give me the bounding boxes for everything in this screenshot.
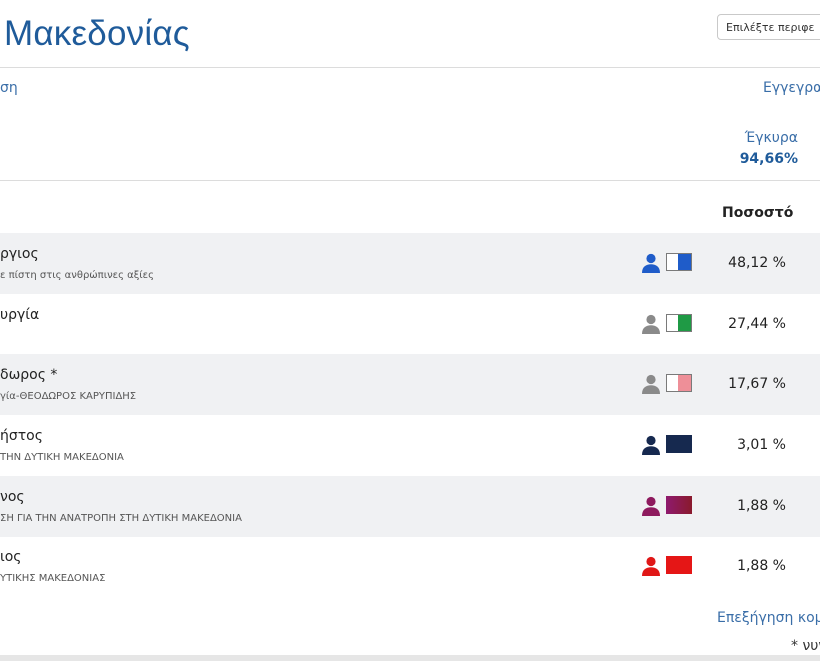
table-row[interactable]: ήστος ΤΗΝ ΔΥΤΙΚΗ ΜΑΚΕΔΟΝΙΑ 3,01 %	[0, 415, 820, 476]
table-row[interactable]: ιος ΥΤΙΚΗΣ ΜΑΚΕΔΟΝΙΑΣ 1,88 %	[0, 536, 820, 597]
region-select[interactable]: Επιλέξτε περιφε	[717, 14, 820, 40]
candidate-party: ΣΗ ΓΙΑ ΤΗΝ ΑΝΑΤΡΟΠΗ ΣΤΗ ΔΥΤΙΚΗ ΜΑΚΕΔΟΝΙΑ	[0, 513, 242, 524]
candidate-percent: 1,88 %	[737, 558, 786, 574]
candidate-party: ΤΗΝ ΔΥΤΙΚΗ ΜΑΚΕΔΟΝΙΑ	[0, 452, 124, 463]
party-color-swatch	[666, 435, 692, 453]
candidate-percent: 1,88 %	[737, 498, 786, 514]
candidate-name: δωρος *	[0, 367, 58, 383]
person-icon	[642, 374, 660, 394]
candidate-percent: 17,67 %	[728, 376, 786, 392]
party-color-swatch	[666, 314, 692, 332]
candidate-name: ιος	[0, 549, 22, 565]
candidate-name: υργία	[0, 307, 40, 323]
footnote: * νυν	[791, 638, 820, 654]
candidate-percent: 3,01 %	[737, 437, 786, 453]
party-color-swatch	[666, 496, 692, 514]
column-header-percent: Ποσοστό	[722, 205, 794, 221]
candidate-name: ργιος	[0, 246, 39, 262]
person-icon	[642, 556, 660, 576]
stat-label-registered: Εγγεγρα	[763, 80, 820, 96]
person-icon	[642, 435, 660, 455]
person-icon	[642, 314, 660, 334]
bottom-bar	[0, 655, 820, 661]
candidate-name: ήστος	[0, 428, 43, 444]
candidate-party: ΥΤΙΚΗΣ ΜΑΚΕΔΟΝΙΑΣ	[0, 573, 106, 584]
candidate-name: νος	[0, 489, 25, 505]
candidate-percent: 27,44 %	[728, 316, 786, 332]
candidate-party: ε πίστη στις ανθρώπινες αξίες	[0, 270, 154, 281]
divider-top	[0, 67, 820, 68]
party-color-swatch	[666, 253, 692, 271]
party-color-swatch	[666, 556, 692, 574]
table-row[interactable]: ργιος ε πίστη στις ανθρώπινες αξίες 48,1…	[0, 233, 820, 294]
valid-votes-value: 94,66%	[739, 151, 798, 167]
explanation-link[interactable]: Επεξήγηση κομ	[717, 610, 820, 626]
valid-votes-label: Έγκυρα	[744, 130, 798, 146]
page-title: Μακεδονίας	[4, 14, 190, 53]
candidate-percent: 48,12 %	[728, 255, 786, 271]
stat-label-left: ση	[0, 80, 18, 96]
person-icon	[642, 496, 660, 516]
candidate-party: γία-ΘΕΟΔΩΡΟΣ ΚΑΡΥΠΙΔΗΣ	[0, 391, 137, 402]
table-row[interactable]: υργία 27,44 %	[0, 294, 820, 355]
party-color-swatch	[666, 374, 692, 392]
divider-mid	[0, 180, 820, 181]
table-row[interactable]: νος ΣΗ ΓΙΑ ΤΗΝ ΑΝΑΤΡΟΠΗ ΣΤΗ ΔΥΤΙΚΗ ΜΑΚΕΔ…	[0, 476, 820, 537]
person-icon	[642, 253, 660, 273]
table-row[interactable]: δωρος * γία-ΘΕΟΔΩΡΟΣ ΚΑΡΥΠΙΔΗΣ 17,67 %	[0, 354, 820, 415]
